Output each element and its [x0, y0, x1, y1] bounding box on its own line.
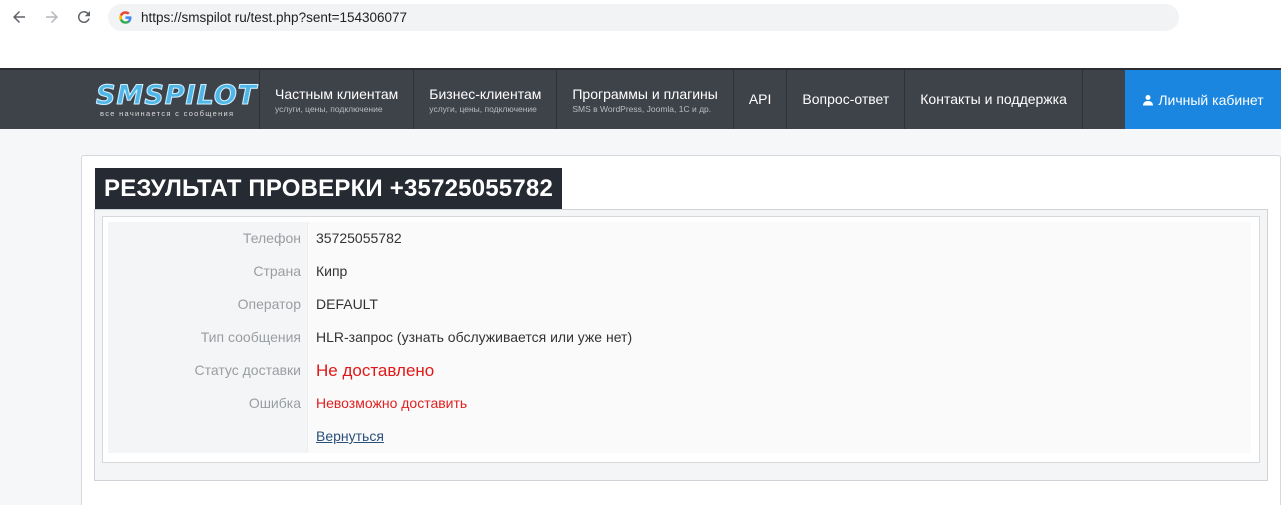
- row-key: [108, 420, 308, 453]
- menu-item-private-clients[interactable]: Частным клиентам услуги, цены, подключен…: [259, 70, 413, 129]
- menu-item-label: Программы и плагины: [572, 85, 718, 102]
- table-row: Вернуться: [108, 420, 1251, 453]
- browser-toolbar: https://smspilot ru/test.php?sent=154306…: [0, 0, 1281, 68]
- row-key: Телефон: [108, 222, 308, 255]
- main-menu: Частным клиентам услуги, цены, подключен…: [259, 70, 1083, 129]
- user-icon: [1143, 94, 1154, 105]
- forward-button[interactable]: [40, 5, 64, 29]
- row-key: Страна: [108, 255, 308, 288]
- menu-item-label: API: [748, 91, 772, 107]
- personal-account-button[interactable]: Личный кабинет: [1125, 70, 1281, 129]
- menu-item-sublabel: услуги, цены, подключение: [275, 103, 383, 114]
- page-title: РЕЗУЛЬТАТ ПРОВЕРКИ +35725055782: [95, 168, 562, 209]
- url-text: https://smspilot ru/test.php?sent=154306…: [141, 10, 408, 25]
- row-key: Оператор: [108, 288, 308, 321]
- table-row: Телефон 35725055782: [108, 222, 1251, 255]
- back-link[interactable]: Вернуться: [316, 428, 384, 444]
- row-key: Тип сообщения: [108, 321, 308, 354]
- menu-item-label: Вопрос-ответ: [802, 91, 890, 107]
- address-bar[interactable]: https://smspilot ru/test.php?sent=154306…: [108, 4, 1179, 31]
- delivery-status-value: Не доставлено: [308, 354, 1251, 387]
- table-row: Статус доставки Не доставлено: [108, 354, 1251, 387]
- menu-item-business-clients[interactable]: Бизнес-клиентам услуги, цены, подключени…: [413, 70, 556, 129]
- table-row: Тип сообщения HLR-запрос (узнать обслужи…: [108, 321, 1251, 354]
- personal-account-label: Личный кабинет: [1158, 91, 1264, 108]
- menu-item-label: Бизнес-клиентам: [429, 85, 542, 102]
- error-value: Невозможно доставить: [308, 387, 1251, 420]
- row-key: Статус доставки: [108, 354, 308, 387]
- menu-item-contacts[interactable]: Контакты и поддержка: [904, 70, 1083, 129]
- reload-button[interactable]: [72, 5, 96, 29]
- menu-item-sublabel: SMS в WordPress, Joomla, 1С и др.: [572, 103, 712, 114]
- table-row: Страна Кипр: [108, 255, 1251, 288]
- menu-item-faq[interactable]: Вопрос-ответ: [786, 70, 904, 129]
- site-header: SMSPILOT все начинается с сообщения Част…: [0, 68, 1281, 129]
- table-row: Ошибка Невозможно доставить: [108, 387, 1251, 420]
- google-icon: [119, 11, 132, 24]
- menu-item-label: Контакты и поддержка: [920, 91, 1067, 107]
- row-value: 35725055782: [308, 222, 1251, 255]
- logo-text: SMSPILOT: [96, 80, 258, 111]
- back-button[interactable]: [7, 5, 31, 29]
- row-value: HLR-запрос (узнать обслуживается или уже…: [308, 321, 1251, 354]
- logo-tagline: все начинается с сообщения: [100, 109, 235, 118]
- menu-item-sublabel: услуги, цены, подключение: [429, 103, 537, 114]
- row-value: Кипр: [308, 255, 1251, 288]
- site-logo[interactable]: SMSPILOT все начинается с сообщения: [96, 80, 258, 122]
- table-row: Оператор DEFAULT: [108, 288, 1251, 321]
- menu-item-api[interactable]: API: [732, 70, 787, 129]
- arrow-left-icon: [13, 11, 25, 23]
- arrow-right-icon: [46, 11, 58, 23]
- row-value: DEFAULT: [308, 288, 1251, 321]
- reload-icon: [77, 11, 90, 24]
- menu-item-programs-plugins[interactable]: Программы и плагины SMS в WordPress, Joo…: [556, 70, 732, 129]
- row-value: Вернуться: [308, 420, 1251, 453]
- row-key: Ошибка: [108, 387, 308, 420]
- menu-item-label: Частным клиентам: [275, 85, 399, 102]
